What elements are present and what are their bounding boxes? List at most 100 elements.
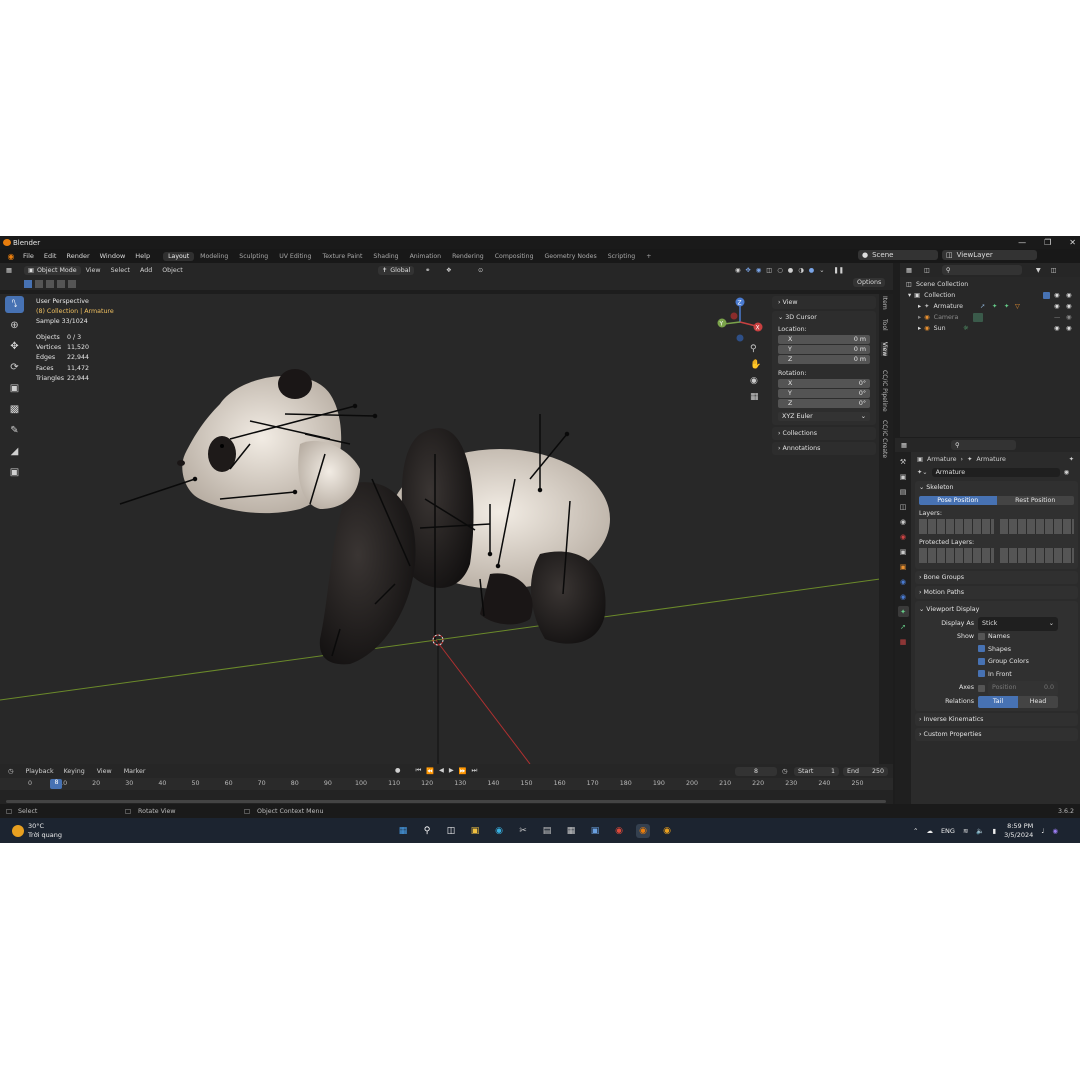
- scene-selector[interactable]: ● Scene: [858, 250, 938, 260]
- checkbox-in-front[interactable]: In Front: [919, 669, 1074, 682]
- overlay-toggle-icon[interactable]: ◉: [756, 267, 762, 274]
- axes-checkbox[interactable]: [978, 684, 985, 692]
- tab-scripting[interactable]: Scripting: [603, 252, 641, 261]
- viewport-menu-object[interactable]: Object: [157, 267, 188, 274]
- material-shading-icon[interactable]: ◑: [798, 267, 804, 274]
- menu-window[interactable]: Window: [95, 252, 131, 260]
- notification-bell-icon[interactable]: ♩: [1041, 827, 1044, 835]
- gizmo-toggle-icon[interactable]: ✥: [746, 267, 751, 274]
- modifier-tab-icon[interactable]: ◉: [898, 576, 909, 587]
- chevron-up-icon[interactable]: ⌃: [913, 827, 918, 835]
- volume-icon[interactable]: 🔈: [976, 827, 984, 835]
- annotate-tool-icon[interactable]: ✎: [5, 422, 24, 439]
- checkbox-group-colors[interactable]: Group Colors: [919, 656, 1074, 669]
- cursor-rotation-y-field[interactable]: Y 0°: [778, 389, 870, 398]
- file-explorer-icon[interactable]: ▣: [468, 824, 482, 838]
- language-indicator[interactable]: ENG: [941, 827, 955, 835]
- solid-shading-icon[interactable]: ●: [788, 267, 794, 274]
- checkbox-icon[interactable]: [1043, 292, 1050, 299]
- output-tab-icon[interactable]: ▤: [898, 486, 909, 497]
- panel-skeleton-header[interactable]: ⌄ Skeleton: [919, 484, 1074, 491]
- start-frame-field[interactable]: Start 1: [794, 766, 839, 776]
- search-icon[interactable]: ⚲: [420, 824, 434, 838]
- world-tab-icon[interactable]: ◉: [898, 531, 909, 542]
- tab-tool[interactable]: Tool: [881, 319, 888, 331]
- layers-grid[interactable]: [919, 519, 1074, 534]
- blender-taskbar-icon[interactable]: ◉: [636, 823, 650, 838]
- collection-tab-icon[interactable]: ▣: [898, 546, 909, 557]
- prev-keyframe-icon[interactable]: ⏪: [426, 767, 434, 775]
- timeline-editor-icon[interactable]: ◷: [8, 768, 14, 775]
- transform-tool-icon[interactable]: ▩: [5, 401, 24, 418]
- tab-item[interactable]: Item: [881, 296, 888, 310]
- eye-icon[interactable]: ◉: [1054, 292, 1060, 299]
- select-mode-new-icon[interactable]: [24, 279, 32, 288]
- eye-icon[interactable]: ◉: [1054, 303, 1060, 310]
- add-cube-tool-icon[interactable]: ▣: [5, 464, 24, 481]
- axes-position-field[interactable]: Position 0.0: [988, 681, 1058, 696]
- app-grid-icon[interactable]: ▦: [564, 824, 578, 838]
- select-mode-extend-icon[interactable]: [35, 279, 43, 288]
- head-button[interactable]: Head: [1018, 695, 1058, 708]
- pause-render-icon[interactable]: ❚❚: [834, 267, 845, 274]
- camera-render-icon[interactable]: ◉: [1066, 314, 1072, 321]
- tab-animation[interactable]: Animation: [405, 252, 447, 261]
- camera-render-icon[interactable]: ◉: [1066, 325, 1072, 332]
- pin-icon[interactable]: ✦: [1069, 456, 1074, 463]
- tab-rendering[interactable]: Rendering: [447, 252, 489, 261]
- chrome-beta-icon[interactable]: ◉: [660, 824, 674, 838]
- panel-annotations[interactable]: › Annotations: [772, 442, 876, 455]
- fake-user-icon[interactable]: ◉: [1064, 469, 1070, 476]
- viewport-menu-view[interactable]: View: [81, 267, 106, 274]
- rendered-shading-icon[interactable]: ●: [809, 267, 815, 274]
- next-keyframe-icon[interactable]: ⏩: [459, 767, 467, 775]
- timeline-menu-playback[interactable]: Playback: [26, 768, 54, 775]
- properties-search-input[interactable]: ⚲: [950, 440, 1016, 450]
- viewport-menu-add[interactable]: Add: [135, 267, 157, 274]
- select-box-tool-icon[interactable]: ⭛: [5, 296, 24, 313]
- panel-bone-groups[interactable]: › Bone Groups: [915, 571, 1078, 584]
- jump-end-icon[interactable]: ⏭: [472, 767, 478, 775]
- viewlayer-selector[interactable]: ◫ ViewLayer: [942, 250, 1037, 260]
- tab-layout[interactable]: Layout: [163, 251, 195, 261]
- edge-icon[interactable]: ◉: [492, 824, 506, 838]
- outliner-editor-icon[interactable]: ▦: [906, 267, 912, 274]
- minimize-icon[interactable]: —: [1018, 238, 1026, 247]
- timeline-menu-view[interactable]: View: [97, 768, 112, 775]
- tab-geometry-nodes[interactable]: Geometry Nodes: [540, 252, 602, 261]
- options-dropdown[interactable]: Options: [853, 278, 886, 287]
- camera-render-icon[interactable]: ◉: [1066, 303, 1072, 310]
- task-view-icon[interactable]: ◫: [444, 824, 458, 838]
- preview-range-icon[interactable]: ◷: [782, 768, 788, 775]
- record-icon[interactable]: ●: [395, 767, 401, 775]
- tab-view[interactable]: View: [881, 342, 888, 357]
- rotate-tool-icon[interactable]: ⟳: [5, 359, 24, 376]
- select-mode-intersect-icon[interactable]: [68, 279, 76, 288]
- scale-tool-icon[interactable]: ▣: [5, 380, 24, 397]
- cursor-tool-icon[interactable]: ⊕: [5, 317, 24, 334]
- tab-uv-editing[interactable]: UV Editing: [274, 252, 316, 261]
- texture-tab-icon[interactable]: ▦: [898, 636, 909, 647]
- visibility-icon[interactable]: ◉: [735, 267, 741, 274]
- rotation-mode-dropdown[interactable]: XYZ Euler ⌄: [778, 412, 870, 421]
- select-mode-invert-icon[interactable]: [57, 279, 65, 288]
- blender-menu-icon[interactable]: ◉: [4, 252, 18, 261]
- cursor-rotation-x-field[interactable]: X 0°: [778, 379, 870, 388]
- cursor-location-z-field[interactable]: Z 0 m: [778, 355, 870, 364]
- filter-icon[interactable]: ▼: [1036, 267, 1041, 274]
- cursor-rotation-z-field[interactable]: Z 0°: [778, 399, 870, 408]
- tab-sculpting[interactable]: Sculpting: [234, 252, 273, 261]
- tab-texture-paint[interactable]: Texture Paint: [317, 252, 367, 261]
- menu-file[interactable]: File: [18, 252, 39, 260]
- copilot-icon[interactable]: ◉: [1052, 827, 1058, 835]
- armature-datablock-icon[interactable]: ✦⌄: [917, 469, 928, 476]
- panel-3d-cursor-header[interactable]: ⌄ 3D Cursor: [778, 314, 870, 321]
- outliner-row[interactable]: ▸ ◉ Sun ☼ ◉ ◉: [900, 323, 1080, 334]
- protected-layers-grid[interactable]: [919, 548, 1074, 563]
- menu-render[interactable]: Render: [61, 252, 94, 260]
- ortho-grid-icon[interactable]: ▦: [750, 392, 761, 402]
- viewport-menu-select[interactable]: Select: [106, 267, 135, 274]
- outliner-display-icon[interactable]: ◫: [924, 267, 930, 274]
- panel-motion-paths[interactable]: › Motion Paths: [915, 586, 1078, 599]
- pose-position-button[interactable]: Pose Position: [919, 496, 997, 505]
